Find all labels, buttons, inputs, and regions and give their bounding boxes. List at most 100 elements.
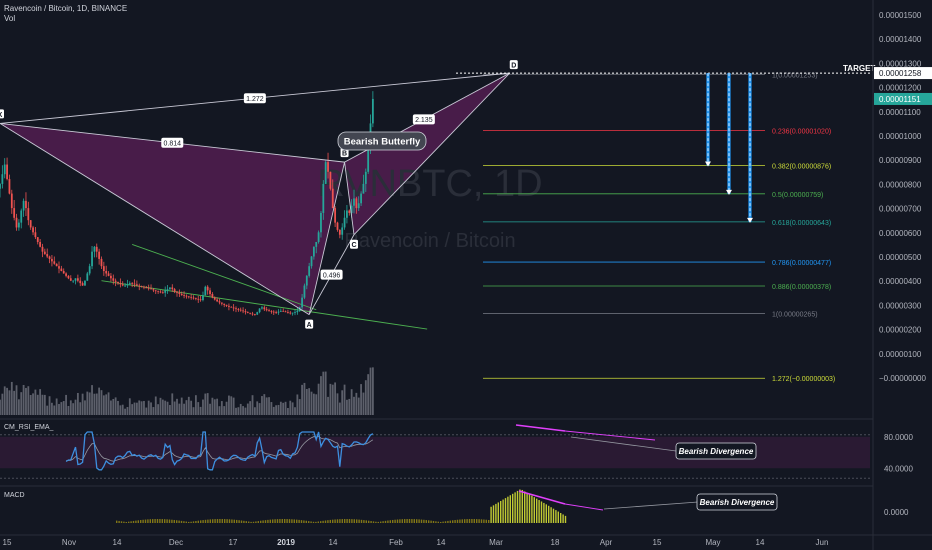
y-tick-label: 0.00000100	[879, 350, 922, 359]
candle-body	[225, 304, 228, 306]
candle-body	[32, 227, 34, 233]
candle-body	[100, 258, 103, 267]
volume-bar	[53, 405, 56, 415]
candle-body	[303, 285, 306, 298]
x-tick-label: 2019	[277, 538, 295, 547]
volume-bar	[17, 399, 20, 415]
macd-histogram-bar	[209, 519, 211, 523]
candle-body	[294, 312, 296, 313]
candle-body	[22, 200, 25, 211]
macd-histogram-bar	[310, 521, 312, 523]
candle-body	[239, 309, 242, 311]
candle-body	[353, 198, 355, 206]
ratio-label: 2.135	[415, 117, 433, 124]
candle-body	[371, 98, 374, 124]
macd-histogram-bar	[320, 521, 322, 523]
macd-histogram-bar	[281, 519, 283, 523]
candle-body	[230, 306, 233, 308]
volume-bar	[43, 394, 46, 415]
candle-body	[312, 246, 315, 257]
macd-histogram-bar	[219, 519, 221, 523]
fib-level-label: 0.618(0.00000643)	[772, 220, 831, 227]
candle-body	[169, 287, 171, 290]
macd-histogram-bar	[514, 492, 516, 523]
macd-histogram-bar	[413, 519, 415, 523]
volume-bar	[150, 402, 152, 415]
candle-body	[261, 307, 263, 309]
candle-body	[29, 220, 32, 228]
volume-bar	[65, 394, 67, 415]
macd-histogram-bar	[252, 521, 255, 523]
macd-histogram-bar	[276, 519, 279, 523]
candle-body	[51, 258, 53, 262]
macd-histogram-bar	[468, 519, 471, 523]
candle-body	[263, 307, 266, 310]
macd-histogram-bar	[248, 521, 250, 523]
candle-body	[25, 200, 27, 209]
macd-histogram-bar	[502, 499, 504, 523]
macd-histogram-bar	[164, 519, 166, 523]
price-chart[interactable]: RVNBTC, 1D Ravencoin / Bitcoin 1(0.00001…	[0, 0, 932, 550]
macd-histogram-bar	[250, 521, 252, 523]
volume-bar	[294, 407, 296, 415]
x-tick-label: 14	[329, 538, 338, 547]
macd-histogram-bar	[231, 519, 233, 523]
macd-histogram-bar	[142, 519, 144, 523]
macd-histogram-bar	[317, 521, 319, 523]
volume-bar	[287, 407, 289, 415]
macd-histogram-bar	[207, 519, 209, 523]
volume-bar	[84, 400, 86, 415]
macd-histogram-bar	[116, 520, 118, 523]
macd-histogram-bar	[406, 519, 408, 523]
volume-bar	[29, 394, 32, 415]
candle-body	[10, 193, 13, 209]
macd-histogram-bar	[536, 498, 538, 523]
volume-bar	[282, 402, 285, 415]
volume-bar	[327, 396, 329, 415]
macd-histogram-bar	[236, 519, 238, 523]
volume-bar	[230, 396, 233, 415]
volume-bar	[95, 393, 98, 415]
x-tick-label: Nov	[62, 538, 76, 547]
macd-histogram-bar	[521, 489, 523, 523]
volume-bar	[128, 398, 131, 415]
macd-histogram-bar	[490, 506, 492, 523]
macd-histogram-bar	[428, 520, 430, 523]
candle-body	[34, 232, 37, 238]
volume-bar	[265, 397, 268, 415]
macd-histogram-bar	[322, 520, 324, 523]
macd-histogram-bar	[228, 519, 231, 523]
y-tick-label: 0.00000700	[879, 205, 922, 214]
macd-histogram-bar	[423, 519, 425, 523]
volume-bar	[159, 397, 162, 415]
x-tick-label: Mar	[489, 538, 503, 547]
volume-bar	[324, 371, 327, 415]
candle-body	[235, 308, 237, 310]
candle-body	[140, 286, 143, 287]
macd-histogram-bar	[444, 521, 447, 523]
macd-histogram-bar	[526, 492, 528, 523]
rsi-title: CM_RSI_EMA_	[4, 424, 54, 431]
chart-workspace: RVNBTC, 1D Ravencoin / Bitcoin 1(0.00001…	[0, 0, 932, 550]
candle-body	[62, 271, 65, 274]
macd-histogram-bar	[291, 519, 293, 523]
volume-bar	[34, 389, 37, 415]
volume-bar	[270, 402, 273, 415]
macd-histogram-bar	[466, 519, 468, 523]
macd-histogram-bar	[346, 519, 348, 523]
macd-histogram-bar	[336, 519, 339, 523]
volume-bar	[213, 399, 216, 415]
volume-bar	[261, 396, 263, 415]
volume-bar	[194, 395, 197, 415]
x-tick-label: 14	[437, 538, 446, 547]
candle-body	[171, 287, 174, 290]
macd-histogram-bar	[185, 521, 187, 523]
candle-body	[133, 283, 136, 285]
volume-bar	[253, 407, 256, 415]
macd-histogram-bar	[432, 520, 435, 523]
macd-histogram-bar	[344, 519, 346, 523]
x-tick-label: Dec	[169, 538, 183, 547]
candle-body	[258, 308, 261, 313]
candle-body	[246, 312, 249, 313]
volume-bar	[322, 371, 325, 415]
